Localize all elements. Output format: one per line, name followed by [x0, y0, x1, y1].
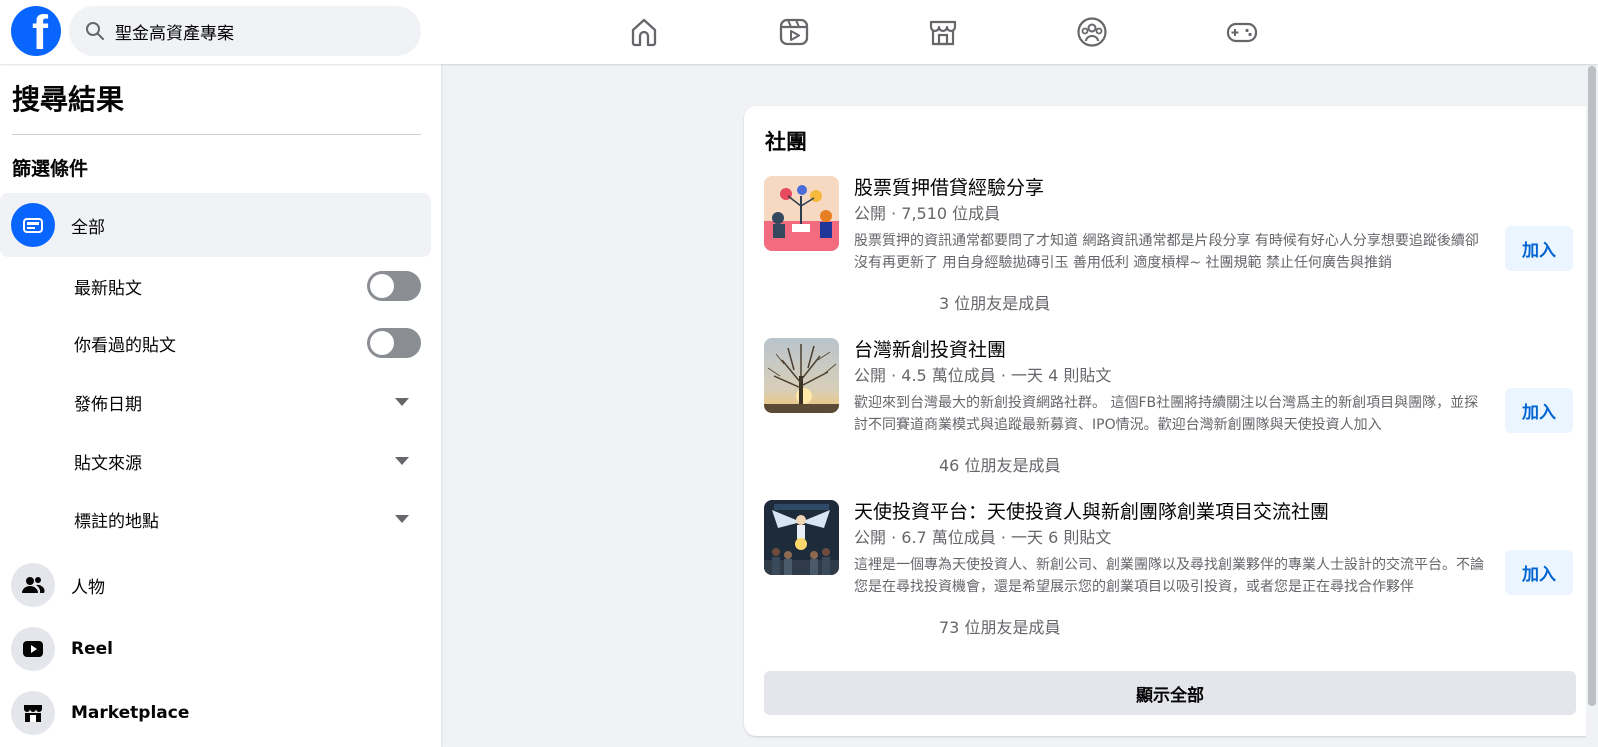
reel-icon	[11, 627, 55, 671]
filter-heading: 篩選條件	[12, 158, 89, 180]
filter-label: 標註的地點	[74, 511, 159, 532]
sidebar-item-label: 全部	[71, 217, 105, 238]
sidebar-item-marketplace[interactable]: Marketplace	[0, 681, 431, 745]
group-result: 台灣新創投資社團 公開 · 4.5 萬位成員 · 一天 4 則貼文 歡迎來到台灣…	[764, 338, 1576, 488]
marketplace-icon[interactable]	[925, 14, 961, 50]
group-name-link[interactable]: 天使投資平台：天使投資人與新創團隊創業項目交流社團	[854, 500, 1329, 524]
group-result: 天使投資平台：天使投資人與新創團隊創業項目交流社團 公開 · 6.7 萬位成員 …	[764, 500, 1576, 650]
filter-label: 你看過的貼文	[74, 335, 176, 356]
filter-label: 發佈日期	[74, 394, 142, 415]
group-name-link[interactable]: 股票質押借貸經驗分享	[854, 176, 1044, 200]
mutual-friends-count: 46 位朋友是成員	[939, 456, 1061, 475]
show-all-button[interactable]: 顯示全部	[764, 671, 1576, 715]
sidebar-item-label: Reel	[71, 639, 113, 659]
search-box[interactable]	[69, 6, 421, 56]
filter-label: 貼文來源	[74, 453, 142, 474]
caret-down-icon	[395, 398, 409, 406]
group-description: 股票質押的資訊通常都要問了才知道 網路資訊通常都是片段分享 有時候有好心人分享想…	[854, 233, 1479, 271]
group-cover-image[interactable]	[764, 338, 839, 413]
caret-down-icon	[395, 515, 409, 523]
facebook-logo-icon[interactable]: f	[11, 6, 61, 56]
groups-results-card: 社團 股票質押借貸經驗分享 公開 · 7,510 位成員 股票質押的資訊通常都要…	[744, 106, 1596, 736]
sidebar-item-label: Marketplace	[71, 703, 190, 723]
group-description: 這裡是一個專為天使投資人、新創公司、創業團隊以及尋找創業夥伴的專業人士設計的交流…	[854, 557, 1484, 595]
recent-posts-toggle[interactable]	[367, 271, 421, 301]
filter-post-source[interactable]: 貼文來源	[74, 441, 421, 481]
card-title: 社團	[765, 130, 807, 154]
filter-tagged-location[interactable]: 標註的地點	[74, 499, 421, 539]
join-button[interactable]: 加入	[1505, 388, 1573, 433]
filter-recent-posts[interactable]: 最新貼文	[74, 266, 421, 306]
search-filters-sidebar: 搜尋結果 篩選條件 全部 最新貼文 你看過的貼文 發佈日期 貼文來源 標註的地點	[0, 64, 441, 747]
scrollbar-thumb[interactable]	[1588, 66, 1596, 706]
marketplace-icon	[11, 691, 55, 735]
groups-icon[interactable]	[1074, 14, 1110, 50]
page-scrollbar[interactable]	[1586, 64, 1598, 747]
search-input[interactable]	[115, 21, 405, 41]
group-result: 股票質押借貸經驗分享 公開 · 7,510 位成員 股票質押的資訊通常都要問了才…	[764, 176, 1576, 326]
sidebar-divider	[12, 134, 421, 135]
sidebar-item-people[interactable]: 人物	[0, 553, 431, 617]
group-meta: 公開 · 7,510 位成員	[854, 204, 1001, 223]
group-cover-image[interactable]	[764, 176, 839, 251]
filter-label: 最新貼文	[74, 278, 142, 299]
people-icon	[11, 563, 55, 607]
group-meta: 公開 · 6.7 萬位成員 · 一天 6 則貼文	[854, 528, 1112, 547]
video-icon[interactable]	[776, 14, 812, 50]
home-icon[interactable]	[626, 14, 662, 50]
top-navigation-bar: f	[0, 0, 1598, 64]
filter-posts-you-viewed[interactable]: 你看過的貼文	[74, 323, 421, 363]
posts-viewed-toggle[interactable]	[367, 328, 421, 358]
group-name-link[interactable]: 台灣新創投資社團	[854, 338, 1006, 362]
join-button[interactable]: 加入	[1505, 550, 1573, 595]
sidebar-item-label: 人物	[71, 577, 105, 598]
sidebar-item-all[interactable]: 全部	[0, 193, 431, 257]
filter-date-posted[interactable]: 發佈日期	[74, 382, 421, 422]
caret-down-icon	[395, 457, 409, 465]
mutual-friends-count: 73 位朋友是成員	[939, 618, 1061, 637]
group-meta: 公開 · 4.5 萬位成員 · 一天 4 則貼文	[854, 366, 1112, 385]
sidebar-title: 搜尋結果	[12, 83, 125, 116]
sidebar-item-reel[interactable]: Reel	[0, 617, 431, 681]
mutual-friends-count: 3 位朋友是成員	[939, 294, 1051, 313]
search-icon	[86, 22, 104, 40]
join-button[interactable]: 加入	[1505, 226, 1573, 271]
group-cover-image[interactable]	[764, 500, 839, 575]
gaming-icon[interactable]	[1224, 14, 1260, 50]
group-description: 歡迎來到台灣最大的新創投資網路社群。 這個FB社團將持續關注以台灣爲主的新創項目…	[854, 395, 1479, 433]
all-results-icon	[11, 203, 55, 247]
